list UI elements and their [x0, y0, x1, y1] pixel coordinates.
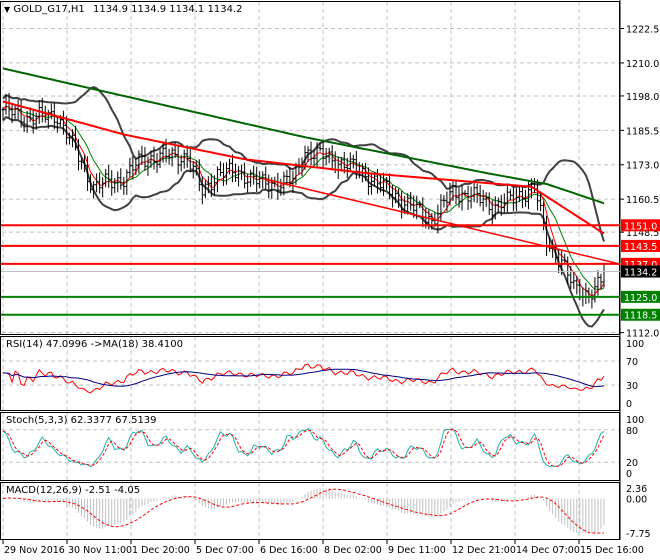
time-label: 12 Dec 21:00 — [452, 545, 516, 556]
time-label: 29 Nov 2016 — [4, 545, 65, 556]
time-label: 5 Dec 07:00 — [196, 545, 254, 556]
rsi-tick-label: 0 — [626, 399, 632, 410]
level-label: 1143.5 — [624, 242, 657, 253]
symbol-label: GOLD_G17,H1 — [13, 4, 85, 15]
price-tick-label: 1160.5 — [626, 195, 659, 206]
rsi-tick-label: 70 — [626, 357, 638, 368]
macd-tick-label: 2.36 — [626, 484, 647, 495]
price-tick-label: 1112.0 — [626, 329, 659, 340]
macd-tick-label: 0.00 — [626, 495, 647, 506]
price-tick-label: 1185.5 — [626, 126, 659, 137]
time-label: 15 Dec 16:00 — [580, 545, 644, 556]
price-tick-label: 1222.5 — [626, 25, 659, 36]
chart-window[interactable]: 1222.5 1210.0 1198.0 1185.5 1173.0 1160.5 1148… — [0, 0, 660, 560]
rsi-tick-label: 100 — [626, 339, 644, 350]
stoch-title: Stoch(5,3,3) 62.3377 67.5139 — [6, 415, 157, 426]
rsi-title: RSI(14) 47.0996 ->MA(18) 38.4100 — [6, 339, 183, 350]
time-label: 14 Dec 07:00 — [516, 545, 580, 556]
price-tick-label: 1210.0 — [626, 59, 659, 70]
time-label: 30 Nov 11:00 — [68, 545, 132, 556]
ohlc-values: 1134.9 1134.9 1134.1 1134.2 — [92, 4, 243, 15]
price-tick-label: 1173.0 — [626, 161, 659, 172]
level-label: 1151.0 — [624, 221, 657, 232]
time-label: 9 Dec 11:00 — [388, 545, 446, 556]
rsi-tick-label: 30 — [626, 381, 638, 392]
collapse-triangle-icon[interactable]: ▼ — [4, 5, 10, 14]
stoch-tick-label: 20 — [626, 458, 638, 469]
price-tick-label: 1198.0 — [626, 92, 659, 103]
stoch-tick-label: 0 — [626, 469, 632, 480]
level-label: 1118.5 — [624, 311, 657, 322]
level-label: 1125.0 — [624, 293, 657, 304]
stoch-tick-label: 100 — [626, 415, 644, 426]
time-label: 6 Dec 16:00 — [260, 545, 318, 556]
current-price-label: 1134.2 — [624, 268, 657, 279]
time-label: 1 Dec 20:00 — [132, 545, 190, 556]
chart-header: ▼ GOLD_G17,H1 1134.9 1134.9 1134.1 1134.… — [4, 4, 242, 15]
chart-canvas[interactable]: 1222.51210.01198.01185.51173.01160.51148… — [0, 0, 660, 560]
macd-tick-label: -7.75 — [626, 529, 651, 540]
time-label: 8 Dec 02:00 — [324, 545, 382, 556]
macd-title: MACD(12,26,9) -2.51 -4.05 — [6, 485, 141, 496]
stoch-tick-label: 80 — [626, 426, 638, 437]
